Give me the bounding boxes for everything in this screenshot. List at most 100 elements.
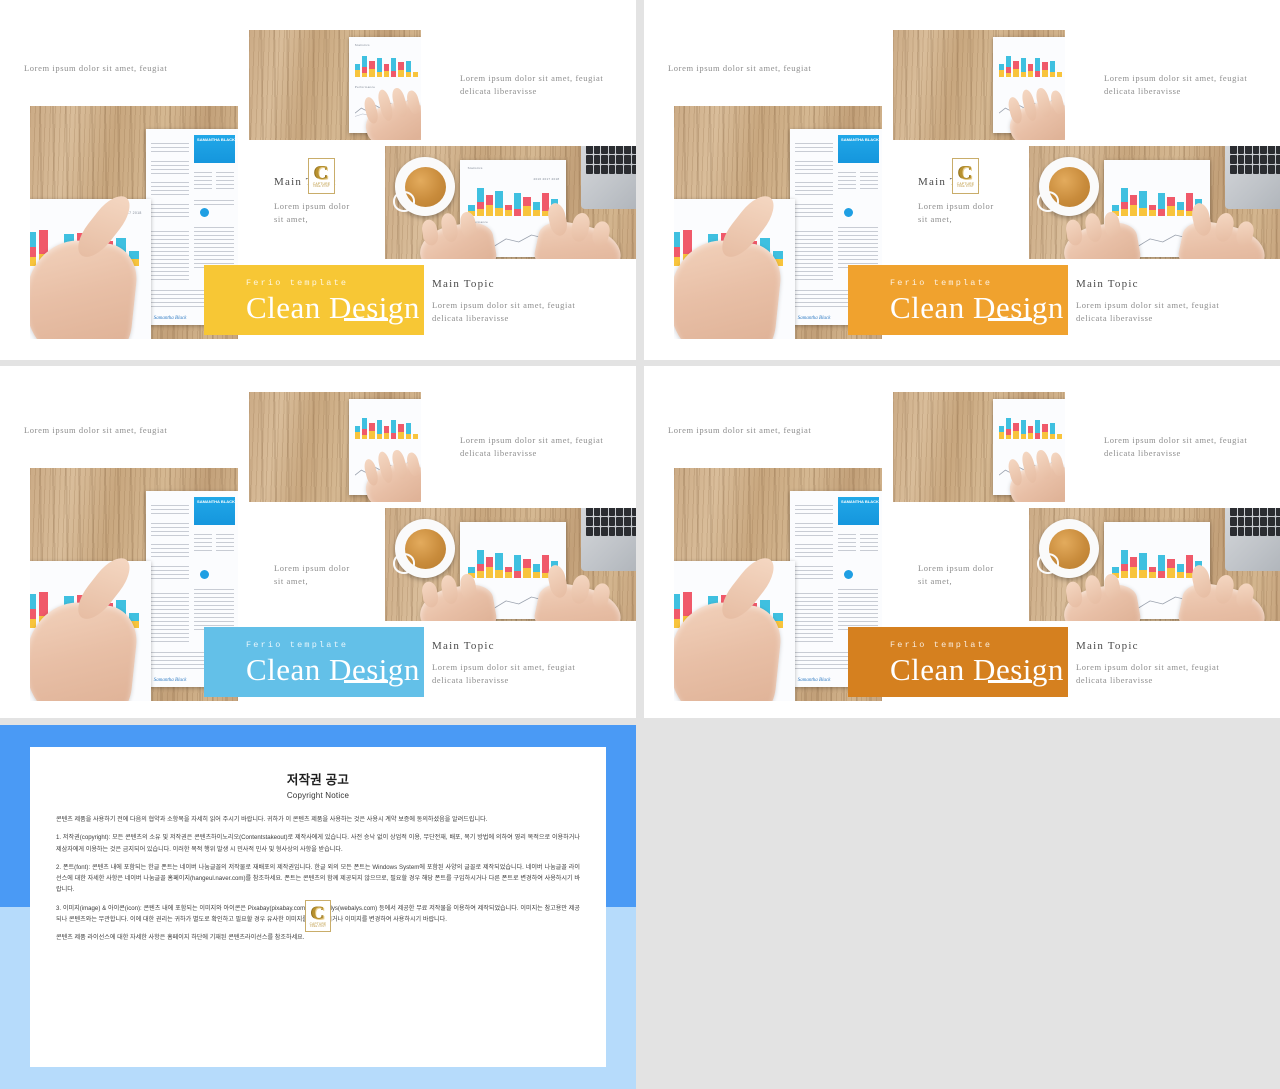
title-banner[interactable]: Ferio template Clean Design (848, 627, 1068, 697)
copyright-item-2: 2. 폰트(font): 콘텐츠 내에 포함되는 한글 폰트는 네이버 나눔글꼴… (56, 863, 580, 894)
copyright-subtitle: Copyright Notice (286, 791, 350, 800)
copyright-intro: 콘텐츠 제품을 사용하기 전에 다음의 협약과 소항목을 자세히 읽어 주시기 … (56, 816, 488, 823)
banner-underline (988, 318, 1032, 321)
photo-desk-coffee: Statistics 2016 2017 2018 Performance (385, 146, 636, 259)
bottom-topic-text: Lorem ipsum dolor sit amet, feugiat deli… (432, 300, 576, 324)
bottom-topic-title: Main Topic (432, 640, 495, 652)
title-banner[interactable]: Ferio template Clean Design (204, 627, 424, 697)
laptop-keys (586, 146, 636, 175)
photo-bar-chart-right (1111, 545, 1203, 578)
copyright-title: 저작권 공고 (286, 773, 350, 787)
banner-headline: Clean Design (890, 651, 1064, 687)
photo-pointing-hand (30, 551, 141, 701)
photo-bar-chart-right (1111, 183, 1203, 216)
watermark-line2: FREE FONT (313, 185, 330, 189)
photo-bar-chart (998, 414, 1063, 440)
photo-desk-chart-top (893, 392, 1065, 502)
photo-laptop (580, 508, 636, 572)
photo-bar-chart-right (467, 183, 559, 216)
top-left-caption: Lorem ipsum dolor sit amet, feugiat (24, 63, 168, 73)
photo-pointing-hand (674, 189, 785, 339)
resume-avatar-badge (199, 569, 209, 579)
banner-kicker: Ferio template (890, 277, 993, 288)
title-banner[interactable]: Ferio template Clean Design (204, 265, 424, 335)
laptop-keys (1230, 146, 1280, 175)
resume-name: SAMANTHA BLACK (197, 137, 235, 143)
bottom-topic-title: Main Topic (1076, 278, 1139, 290)
bottom-topic-title: Main Topic (1076, 640, 1139, 652)
slide-thumbnail-3[interactable]: Lorem ipsum dolor sit amet, feugiat Lore… (0, 366, 636, 718)
laptop-keys (586, 508, 636, 537)
resume-avatar-badge (199, 207, 209, 217)
photo-bar-chart (354, 52, 419, 78)
chart-legend-right: 2016 2017 2018 (533, 177, 560, 182)
banner-underline (344, 680, 388, 683)
resume-name: SAMANTHA BLACK (197, 499, 235, 505)
resume-avatar-badge (843, 207, 853, 217)
photo-laptop (1224, 508, 1280, 572)
photo-desk-coffee (1029, 146, 1280, 259)
bottom-topic-text: Lorem ipsum dolor sit amet, feugiat deli… (432, 662, 576, 686)
slide-thumbnail-1[interactable]: Lorem ipsum dolor sit amet, feugiat Stat… (0, 0, 636, 360)
photo-desk-chart-top: Statistics Performance (249, 30, 421, 140)
slide-thumbnail-4[interactable]: Lorem ipsum dolor sit amet, feugiat Lore… (644, 366, 1280, 718)
bottom-topic-text: Lorem ipsum dolor sit amet, feugiat deli… (1076, 662, 1220, 686)
slide-gallery-page: Lorem ipsum dolor sit amet, feugiat Stat… (0, 0, 1280, 1089)
chart-caption-right: Statistics (467, 166, 483, 171)
banner-kicker: Ferio template (246, 277, 349, 288)
top-right-caption: Lorem ipsum dolor sit amet, feugiat deli… (460, 73, 604, 97)
top-right-caption: Lorem ipsum dolor sit amet, feugiat deli… (460, 435, 604, 459)
brand-watermark-logo: C CAPTURE FREE FONT (952, 158, 979, 194)
title-banner[interactable]: Ferio template Clean Design (848, 265, 1068, 335)
photo-bar-chart-right (467, 545, 559, 578)
banner-headline: Clean Design (246, 651, 420, 687)
resume-signature: Samantha Black (153, 316, 187, 322)
cup-handle (392, 553, 416, 574)
chart-caption-2: Performance (354, 84, 376, 89)
top-left-caption: Lorem ipsum dolor sit amet, feugiat (668, 63, 812, 73)
bottom-topic-title: Main Topic (432, 278, 495, 290)
photo-desk-coffee (1029, 508, 1280, 621)
resume-header: SAMANTHA BLACK (838, 497, 880, 525)
copyright-item-1: 1. 저작권(copyright): 모든 콘텐츠의 소유 및 저작권은 콘텐츠… (56, 834, 580, 853)
banner-underline (988, 680, 1032, 683)
resume-signature: Samantha Black (153, 678, 187, 684)
top-left-caption: Lorem ipsum dolor sit amet, feugiat (668, 425, 812, 435)
brand-watermark-logo: C CAPTURE FREE FONT (308, 158, 335, 194)
watermark-line2: FREE FONT (310, 924, 326, 928)
top-right-caption: Lorem ipsum dolor sit amet, feugiat deli… (1104, 73, 1248, 97)
resume-avatar-badge (843, 569, 853, 579)
banner-underline (344, 318, 388, 321)
copyright-footer: 콘텐츠 제품 라이선스에 대한 자세한 사항은 홈페이지 하단에 기재된 콘텐츠… (56, 934, 305, 942)
watermark-letter: C (314, 162, 329, 184)
banner-headline: Clean Design (246, 289, 420, 325)
watermark-line2: FREE FONT (957, 185, 974, 189)
photo-desk-chart-top (893, 30, 1065, 140)
photo-laptop (580, 146, 636, 210)
slide-thumbnail-copyright[interactable]: 저작권 공고 Copyright Notice 콘텐츠 제품을 사용하기 전에 … (0, 725, 636, 1089)
cup-handle (392, 191, 416, 212)
photo-desk-chart-top (249, 392, 421, 502)
chart-caption: Statistics (354, 43, 370, 48)
photo-pointing-hand (674, 551, 785, 701)
slide-thumbnail-2[interactable]: Lorem ipsum dolor sit amet, feugiat Lore… (644, 0, 1280, 360)
photo-desk-coffee (385, 508, 636, 621)
brand-watermark-logo: C CAPTURE FREE FONT (305, 900, 331, 932)
photo-bar-chart (998, 52, 1063, 78)
cup-handle (1036, 553, 1060, 574)
resume-name: SAMANTHA BLACK (841, 137, 879, 143)
watermark-letter: C (958, 162, 973, 184)
watermark-letter: C (311, 902, 325, 924)
bottom-topic-text: Lorem ipsum dolor sit amet, feugiat deli… (1076, 300, 1220, 324)
banner-kicker: Ferio template (246, 639, 349, 650)
top-left-caption: Lorem ipsum dolor sit amet, feugiat (24, 425, 168, 435)
resume-header: SAMANTHA BLACK (194, 135, 236, 163)
resume-header: SAMANTHA BLACK (838, 135, 880, 163)
resume-name: SAMANTHA BLACK (841, 499, 879, 505)
resume-header: SAMANTHA BLACK (194, 497, 236, 525)
top-right-caption: Lorem ipsum dolor sit amet, feugiat deli… (1104, 435, 1248, 459)
laptop-keys (1230, 508, 1280, 537)
resume-signature: Samantha Black (797, 316, 831, 322)
banner-headline: Clean Design (890, 289, 1064, 325)
photo-bar-chart (354, 414, 419, 440)
